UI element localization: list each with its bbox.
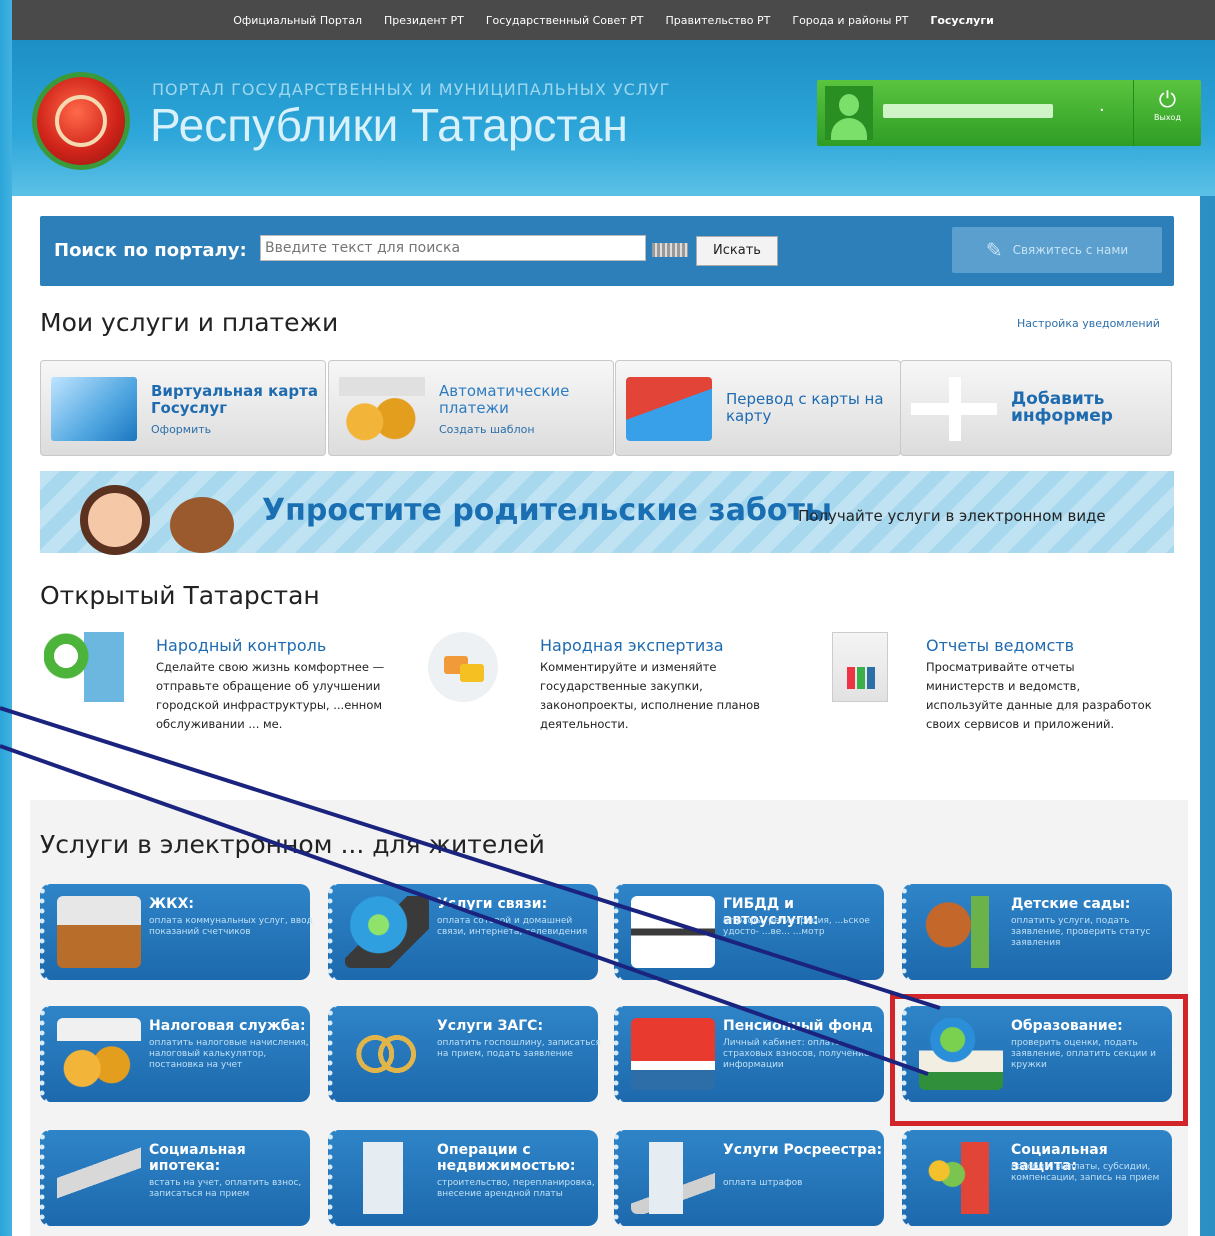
- service-social-mortgage[interactable]: Социальная ипотека: встать на учет, опла…: [40, 1130, 310, 1226]
- service-title: Услуги Росреестра:: [723, 1142, 883, 1158]
- notification-settings-link[interactable]: Настройка уведомлений: [1017, 317, 1160, 330]
- open-item-title[interactable]: Народный контроль: [156, 636, 326, 655]
- portal-title: Республики Татарстан: [150, 99, 628, 151]
- open-item-desc: Комментируйте и изменяйте государственны…: [540, 660, 760, 731]
- tile-title: Добавить информер: [1011, 389, 1113, 426]
- plus-icon: [911, 377, 997, 441]
- service-social-protection[interactable]: Социальная защита: пособия, выплаты, суб…: [902, 1130, 1172, 1226]
- logout-button[interactable]: ⏻ Выход: [1133, 80, 1201, 146]
- pension-fund-logo-icon: [631, 1018, 715, 1090]
- service-desc: строительство, перепланировка, внесение …: [437, 1178, 595, 1199]
- open-tatarstan-heading: Открытый Татарстан: [40, 581, 320, 610]
- service-title: Пенсионный фонд: [723, 1018, 873, 1034]
- nav-president[interactable]: Президент РТ: [384, 14, 464, 27]
- service-pension[interactable]: Пенсионный фонд Личный кабинет: оплата с…: [614, 1006, 884, 1102]
- tile-add-informer[interactable]: Добавить информер: [900, 360, 1172, 456]
- utility-bill-icon: [57, 896, 141, 968]
- service-desc: оплатить госпошлину, записаться на прием…: [437, 1038, 601, 1059]
- report-chart-icon: [832, 632, 888, 702]
- service-desc: оплата штрафов: [723, 1178, 803, 1188]
- service-desc: оплата коммунальных услуг, ввод показани…: [149, 916, 313, 937]
- nav-state-council[interactable]: Государственный Совет РТ: [486, 14, 644, 27]
- search-label: Поиск по порталу:: [54, 240, 247, 261]
- tile-title: Виртуальная карта Госуслуг: [151, 382, 318, 417]
- nav-cities[interactable]: Города и районы РТ: [792, 14, 908, 27]
- banner-subtitle: Получайте услуги в электронном виде: [798, 507, 1106, 525]
- cards-transfer-icon: [626, 377, 712, 441]
- service-title: Социальная ипотека:: [149, 1142, 246, 1174]
- top-navigation: Официальный Портал Президент РТ Государс…: [12, 0, 1215, 40]
- contact-label: Свяжитесь с нами: [1012, 243, 1129, 257]
- service-gibdd[interactable]: ГИБДД и автоуслуги: штрафы, регистрация,…: [614, 884, 884, 980]
- service-title: ЖКХ:: [149, 896, 194, 912]
- service-desc: оплата сотовой и домашней связи, интерне…: [437, 916, 588, 937]
- emblem-logo[interactable]: [32, 72, 130, 170]
- portal-subtitle: ПОРТАЛ ГОСУДАРСТВЕННЫХ И МУНИЦИПАЛЬНЫХ У…: [152, 80, 671, 99]
- service-title: Услуги ЗАГС:: [437, 1018, 544, 1034]
- nav-gosuslugi[interactable]: Госуслуги: [930, 14, 993, 27]
- tile-virtual-card[interactable]: Виртуальная карта Госуслуг Оформить: [40, 360, 326, 456]
- user-dropdown-icon[interactable]: ·: [1099, 100, 1105, 121]
- service-rosreestr[interactable]: Услуги Росреестра: оплата штрафов: [614, 1130, 884, 1226]
- service-desc: пособия, выплаты, субсидии, компенсации,…: [1011, 1162, 1160, 1183]
- child-and-dog-illustration: [60, 477, 260, 555]
- building-icon: [345, 1142, 429, 1214]
- tile-auto-payments[interactable]: Автоматические платежи Создать шаблон: [328, 360, 614, 456]
- keyboard-icon[interactable]: [652, 243, 688, 257]
- calendar-coins-icon: [339, 377, 425, 441]
- open-item-desc: Сделайте свою жизнь комфортнее — отправь…: [156, 660, 385, 731]
- tile-card-transfer[interactable]: Перевод с карты на карту: [615, 360, 901, 456]
- wedding-rings-icon: [345, 1018, 429, 1090]
- tile-subtitle[interactable]: Создать шаблон: [439, 423, 535, 436]
- service-communications[interactable]: Услуги связи: оплата сотовой и домашней …: [328, 884, 598, 980]
- tile-title: Перевод с карты на карту: [726, 390, 884, 425]
- building-key-icon: [631, 1142, 715, 1214]
- service-desc: Личный кабинет: оплата страховых взносов…: [723, 1038, 870, 1070]
- tile-title: Автоматические платежи: [439, 382, 570, 417]
- my-services-heading: Мои услуги и платежи: [40, 308, 339, 337]
- banner-title: Упростите родительские заботы: [262, 493, 833, 528]
- education-highlight-box: [890, 994, 1188, 1126]
- edit-icon: ✎: [985, 238, 1003, 262]
- nav-government[interactable]: Правительство РТ: [666, 14, 771, 27]
- search-bar: Поиск по порталу: Искать ✎ Свяжитесь с н…: [40, 216, 1174, 286]
- search-button[interactable]: Искать: [696, 236, 778, 266]
- service-title: Налоговая служба:: [149, 1018, 306, 1034]
- tax-coins-icon: [57, 1018, 141, 1090]
- service-zhkh[interactable]: ЖКХ: оплата коммунальных услуг, ввод пок…: [40, 884, 313, 980]
- power-icon: ⏻: [1158, 88, 1177, 113]
- contact-button[interactable]: ✎ Свяжитесь с нами: [952, 227, 1162, 273]
- service-tax[interactable]: Налоговая служба: оплатить налоговые нач…: [40, 1006, 310, 1102]
- service-title: Детские сады:: [1011, 896, 1131, 912]
- service-real-estate[interactable]: Операции с недвижимостью: строительство,…: [328, 1130, 598, 1226]
- chat-bubbles-icon: [428, 632, 498, 702]
- open-item-title[interactable]: Отчеты ведомств: [926, 636, 1074, 655]
- user-panel: · ⏻ Выход: [817, 80, 1201, 146]
- nav-official-portal[interactable]: Официальный Портал: [233, 14, 362, 27]
- teddy-bear-icon: [919, 896, 1003, 968]
- tile-subtitle[interactable]: Оформить: [151, 423, 211, 436]
- service-desc: оплатить услуги, подать заявление, прове…: [1011, 916, 1151, 948]
- open-item-title[interactable]: Народная экспертиза: [540, 636, 724, 655]
- people-shield-icon: [919, 1142, 1003, 1214]
- service-title: Услуги связи:: [437, 896, 548, 912]
- service-desc: штрафы, регистрация, ...ьское удосто- ..…: [723, 916, 870, 937]
- service-desc: встать на учет, оплатить взнос, записать…: [149, 1178, 302, 1199]
- service-title: Операции с недвижимостью:: [437, 1142, 576, 1174]
- keys-icon: [57, 1142, 141, 1214]
- user-name-redacted[interactable]: [883, 104, 1053, 118]
- open-item-desc: Просматривайте отчеты министерств и ведо…: [926, 660, 1152, 731]
- map-pin-icon: [44, 632, 130, 702]
- search-input[interactable]: [260, 235, 646, 261]
- traffic-baton-icon: [631, 896, 715, 968]
- eservices-heading: Услуги в электронном ... для жителей: [40, 830, 545, 859]
- service-zags[interactable]: Услуги ЗАГС: оплатить госпошлину, записа…: [328, 1006, 601, 1102]
- globe-phone-icon: [345, 896, 429, 968]
- promo-banner[interactable]: Упростите родительские заботы Получайте …: [40, 471, 1174, 555]
- card-icon: [51, 377, 137, 441]
- service-desc: оплатить налоговые начисления, налоговый…: [149, 1038, 309, 1070]
- avatar-icon[interactable]: [825, 86, 873, 140]
- service-kindergarten[interactable]: Детские сады: оплатить услуги, подать за…: [902, 884, 1172, 980]
- logout-label: Выход: [1154, 113, 1181, 122]
